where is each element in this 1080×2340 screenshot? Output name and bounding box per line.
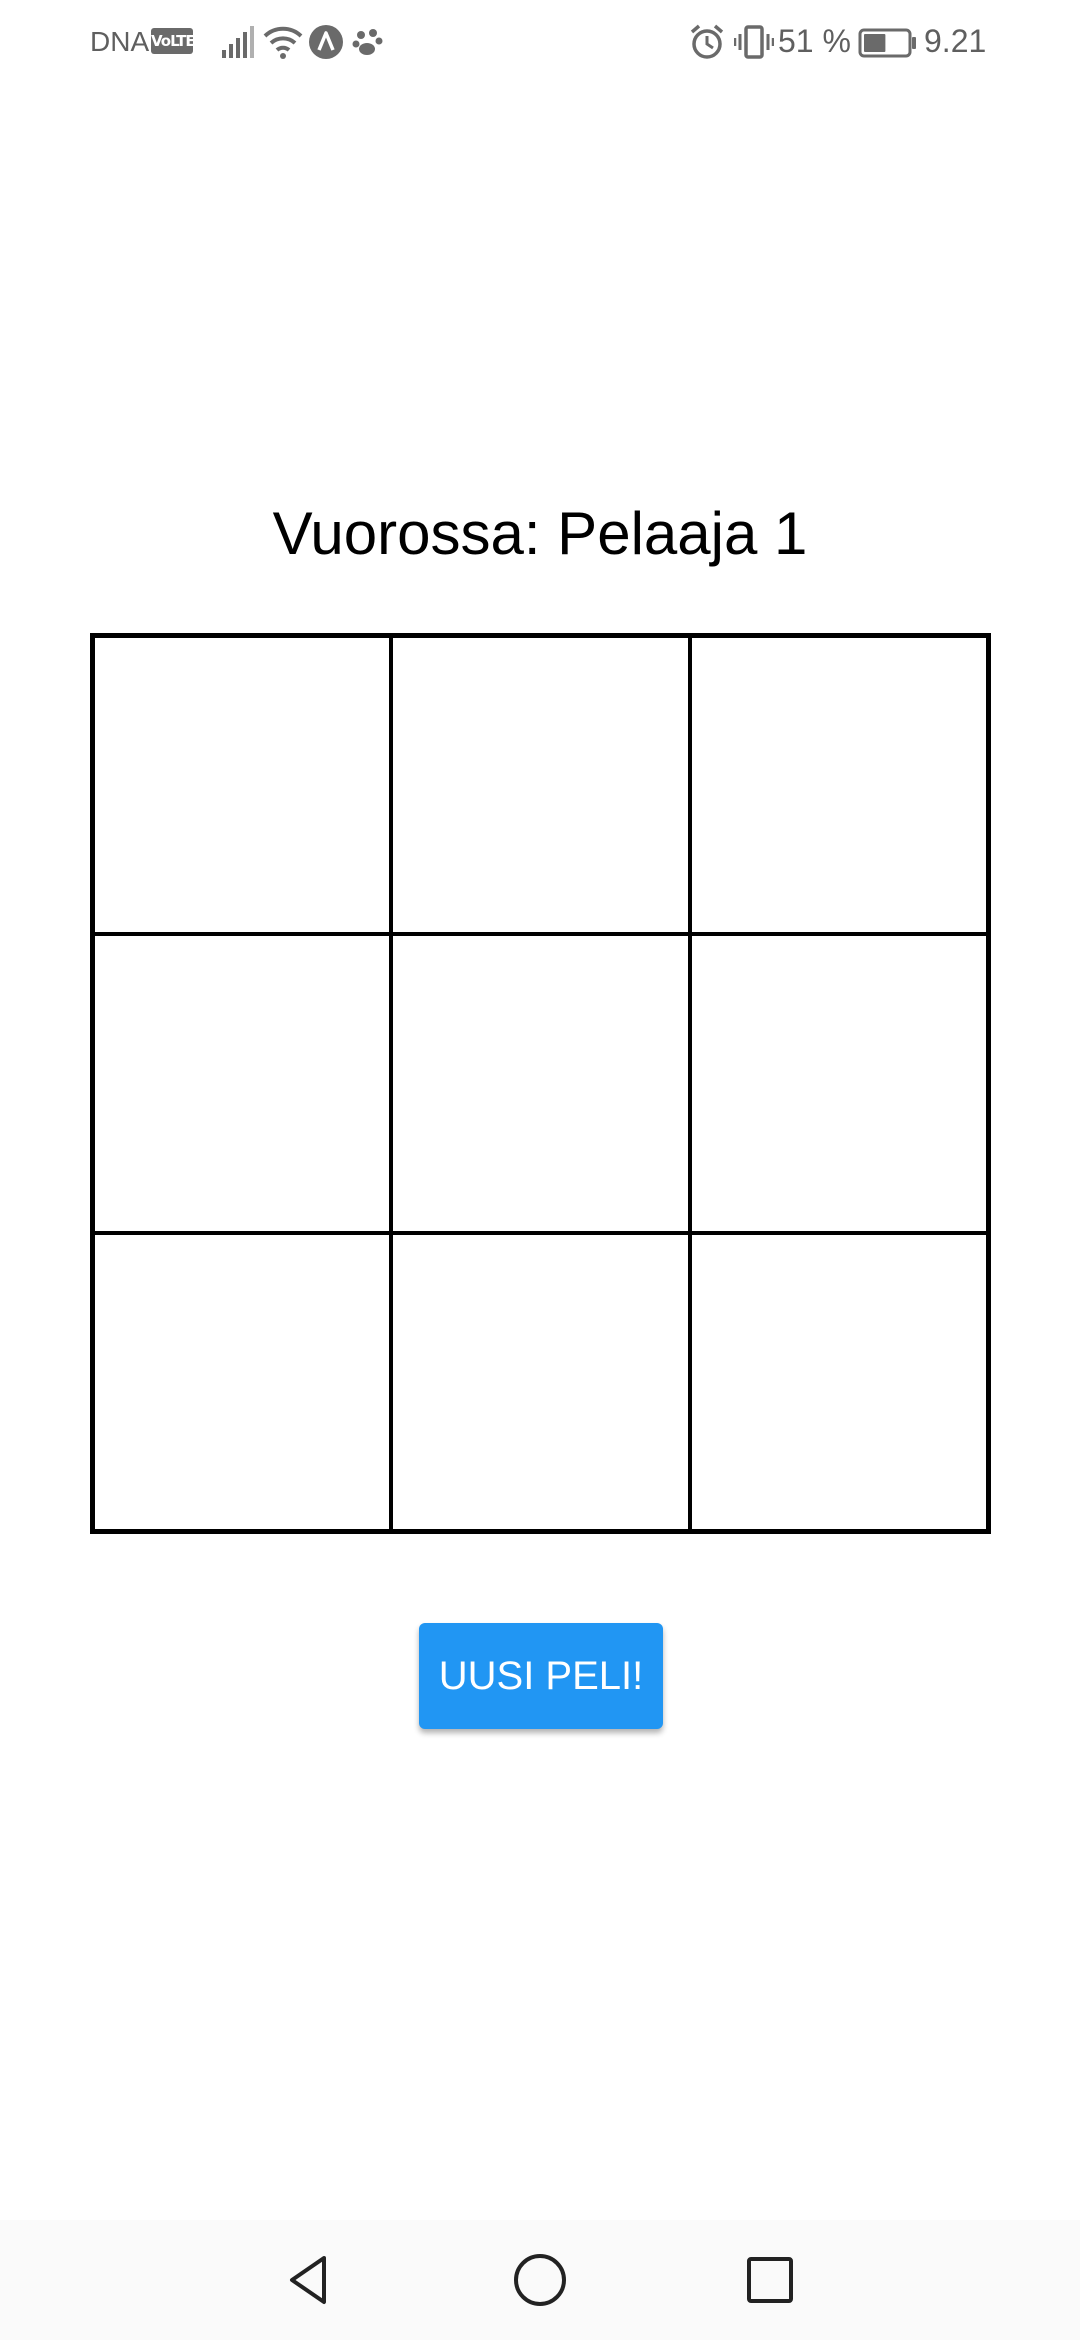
navigation-bar [0,2220,1080,2340]
board-cell-4[interactable] [93,934,392,1233]
wifi-icon [263,26,303,59]
board-cell-8[interactable] [391,1232,690,1531]
alarm-icon [690,24,724,59]
board-cell-3[interactable] [689,636,988,935]
back-icon[interactable] [280,2250,340,2310]
recents-icon[interactable] [740,2250,800,2310]
board-cell-5[interactable] [391,934,690,1233]
status-clock: 9.21 [924,23,987,59]
board-cell-1[interactable] [93,636,392,935]
board-cell-6[interactable] [689,934,988,1233]
signal-icon [222,26,254,58]
carrier-label: DNA [90,26,150,57]
home-icon[interactable] [510,2250,570,2310]
status-bar: DNA VoLTE 51 % 9.21 [0,0,1080,84]
board-cell-9[interactable] [689,1232,988,1531]
board-cell-2[interactable] [391,636,690,935]
turn-indicator: Vuorossa: Pelaaja 1 [272,500,808,567]
navigation-icon [309,25,343,59]
paw-icon [352,29,383,55]
volte-badge: VoLTE [151,28,196,54]
new-game-button[interactable]: UUSI PELI! [419,1623,663,1729]
battery-icon [858,28,916,58]
battery-percent: 51 % [778,23,851,59]
vibrate-icon [734,25,774,59]
tic-tac-toe-board [90,633,991,1534]
board-cell-7[interactable] [93,1232,392,1531]
